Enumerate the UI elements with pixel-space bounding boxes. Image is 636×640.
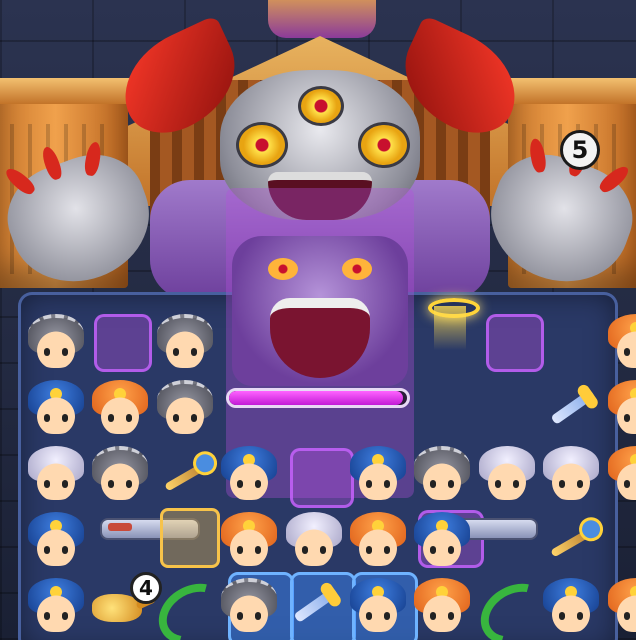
hero-tile[interactable] (284, 510, 344, 570)
hero-face-icon (416, 582, 469, 632)
lamp-counter: 4 (130, 572, 162, 604)
hero-face-icon (352, 450, 404, 500)
hero-face-icon (30, 516, 82, 566)
hero-face-icon (545, 582, 598, 632)
purple-block (94, 314, 152, 372)
hero-tile[interactable] (26, 510, 86, 570)
sword-icon (293, 587, 339, 623)
mini-boss-tile[interactable] (232, 236, 408, 386)
claw-nail (527, 137, 548, 174)
hero-tile[interactable] (26, 312, 86, 372)
boss-hp-fill (229, 391, 404, 405)
hero-face-icon (352, 516, 404, 566)
hero-face-icon (158, 384, 211, 434)
hero-tile[interactable] (606, 378, 636, 438)
hero-face-icon (352, 582, 404, 632)
hero-tile[interactable] (606, 444, 636, 504)
hero-face-icon (94, 450, 147, 500)
sword-icon (550, 389, 596, 425)
hero-tile[interactable] (477, 444, 537, 504)
hero-tile[interactable] (219, 576, 279, 636)
vine-item-tile[interactable] (147, 571, 238, 640)
mini-boss-mouth (270, 298, 370, 378)
gold-highlight (160, 508, 220, 568)
hero-face-icon (94, 384, 147, 434)
hero-tile[interactable] (606, 576, 636, 636)
turn-counter: 5 (560, 130, 600, 170)
game-stage: 5 4 (0, 0, 636, 640)
staff-icon (550, 526, 596, 558)
boss-third-eye (298, 86, 344, 126)
hero-tile[interactable] (26, 444, 86, 504)
hero-tile[interactable] (412, 510, 472, 570)
hero-face-icon (158, 318, 211, 368)
hero-face-icon (287, 516, 340, 566)
purple-block (486, 314, 544, 372)
hero-face-icon (223, 516, 276, 566)
purple-block (290, 448, 354, 508)
hero-face-icon (30, 318, 82, 368)
boss-right-eye (358, 122, 410, 168)
hero-tile[interactable] (541, 444, 601, 504)
halo-beam (434, 306, 466, 350)
boss-hp-bar (226, 388, 410, 408)
hero-tile[interactable] (348, 576, 408, 636)
hero-face-icon (30, 384, 82, 434)
hero-tile[interactable] (219, 444, 279, 504)
claw-nail (39, 144, 65, 182)
vine-item-tile[interactable] (469, 571, 560, 640)
hero-face-icon (416, 516, 469, 566)
hero-tile[interactable] (90, 444, 150, 504)
hero-tile[interactable] (26, 378, 86, 438)
hero-tile[interactable] (219, 510, 279, 570)
mini-boss-eye (342, 258, 372, 280)
hero-tile[interactable] (606, 312, 636, 372)
hero-face-icon (223, 450, 276, 500)
hero-face-icon (30, 582, 82, 632)
hero-tile[interactable] (155, 378, 215, 438)
hero-face-icon (545, 450, 598, 500)
halo-item[interactable] (420, 292, 480, 352)
mini-boss-eye (268, 258, 298, 280)
hero-tile[interactable] (155, 312, 215, 372)
hero-tile[interactable] (90, 378, 150, 438)
hero-face-icon (480, 450, 533, 500)
claw-nail (83, 140, 103, 177)
staff-item-tile[interactable] (541, 510, 601, 570)
hero-tile[interactable] (348, 444, 408, 504)
sword-item-tile[interactable] (541, 378, 601, 438)
hero-tile[interactable] (26, 576, 86, 636)
hero-tile[interactable] (412, 576, 472, 636)
hero-face-icon (223, 582, 276, 632)
staff-item-tile[interactable] (155, 444, 215, 504)
hero-face-icon (30, 450, 82, 500)
staff-icon (164, 460, 210, 492)
hero-face-icon (416, 450, 469, 500)
hero-tile[interactable] (348, 510, 408, 570)
hero-tile[interactable] (541, 576, 601, 636)
boss-left-eye (236, 122, 288, 168)
sword-item-tile[interactable] (284, 576, 344, 636)
hero-tile[interactable] (412, 444, 472, 504)
